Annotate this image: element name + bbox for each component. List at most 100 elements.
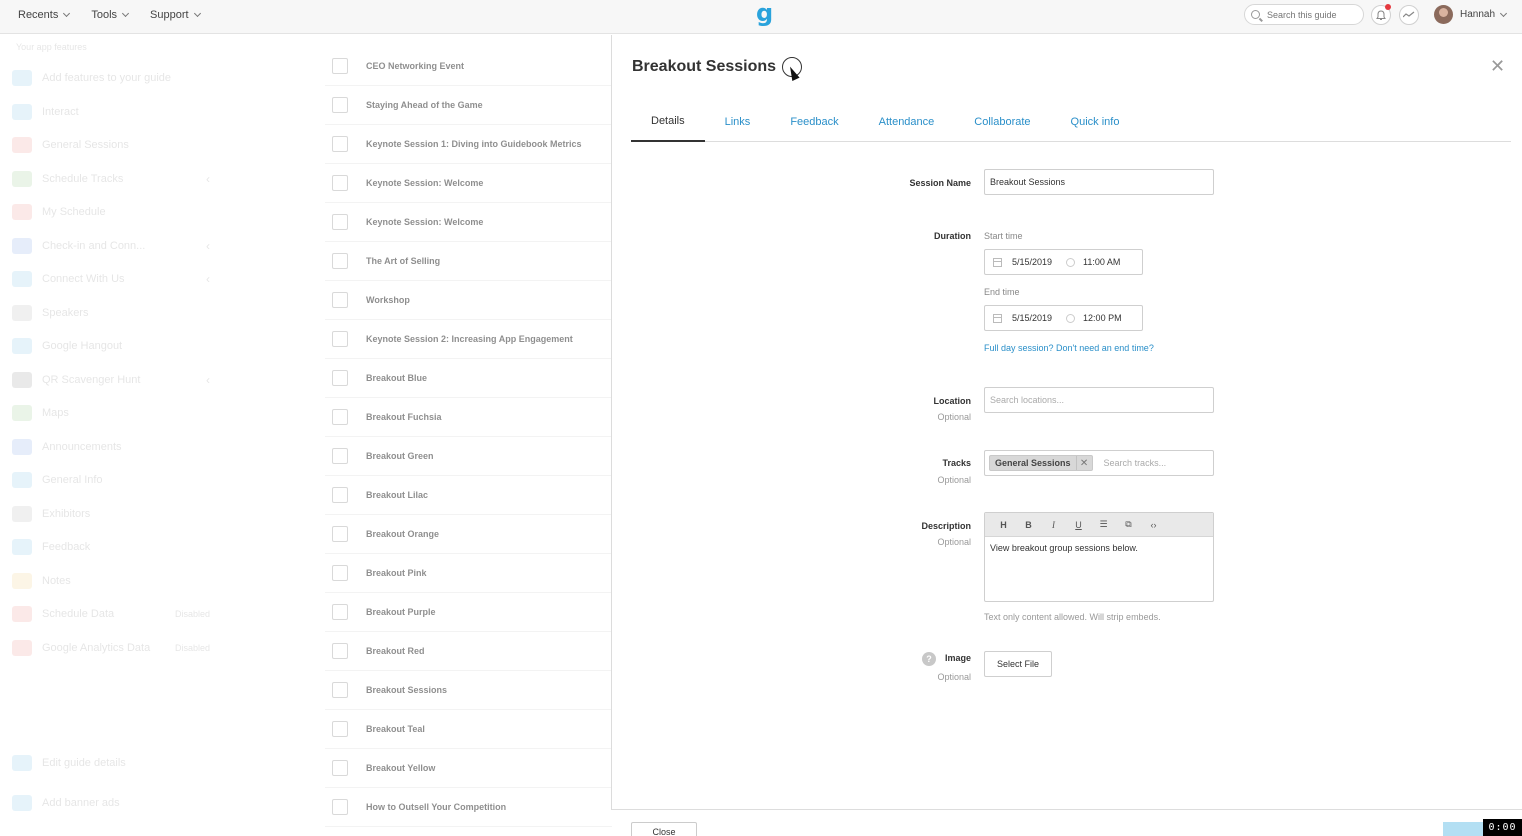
tab-details[interactable]: Details xyxy=(631,101,705,142)
underline-icon[interactable]: U xyxy=(1066,520,1091,530)
close-button[interactable]: Close xyxy=(631,822,697,836)
session-checkbox[interactable] xyxy=(332,721,348,737)
end-datetime-field[interactable]: 5/15/2019 12:00 PM xyxy=(984,305,1143,331)
session-row[interactable]: Breakout Teal xyxy=(325,710,612,749)
session-checkbox[interactable] xyxy=(332,175,348,191)
session-checkbox[interactable] xyxy=(332,58,348,74)
session-row[interactable]: Breakout Red xyxy=(325,632,612,671)
sidebar-item[interactable]: Check-in and Conn... ‹ xyxy=(12,236,222,256)
tools-menu[interactable]: Tools xyxy=(91,9,130,21)
full-day-session-link[interactable]: Full day session? Don't need an end time… xyxy=(984,343,1154,353)
save-button[interactable] xyxy=(1443,822,1483,836)
avatar[interactable] xyxy=(1434,5,1453,24)
session-row[interactable]: Breakout Blue xyxy=(325,359,612,398)
session-checkbox[interactable] xyxy=(332,409,348,425)
sidebar-item[interactable]: Add features to your guide xyxy=(12,68,222,88)
session-checkbox[interactable] xyxy=(332,643,348,659)
session-row[interactable]: How to Outsell Your Competition xyxy=(325,788,612,827)
sidebar-item[interactable]: Schedule Data Disabled xyxy=(12,604,222,624)
support-menu[interactable]: Support xyxy=(150,9,201,21)
session-checkbox[interactable] xyxy=(332,682,348,698)
tab-links[interactable]: Links xyxy=(705,101,771,142)
session-row[interactable]: Keynote Session 2: Increasing App Engage… xyxy=(325,320,612,359)
tracks-field[interactable]: General Sessions ✕ Search tracks... xyxy=(984,450,1214,476)
sidebar-item-edit-guide[interactable]: Edit guide details xyxy=(12,753,222,773)
session-row[interactable]: Breakout Purple xyxy=(325,593,612,632)
session-checkbox[interactable] xyxy=(332,136,348,152)
session-checkbox[interactable] xyxy=(332,214,348,230)
tab-quick-info[interactable]: Quick info xyxy=(1051,101,1140,142)
description-editor[interactable]: H B I U ☰ ⧉ ‹› View breakout group sessi… xyxy=(984,512,1214,602)
bold-icon[interactable]: B xyxy=(1016,520,1041,530)
code-icon[interactable]: ‹› xyxy=(1141,520,1166,530)
notifications-button[interactable] xyxy=(1371,4,1391,25)
session-checkbox[interactable] xyxy=(332,526,348,542)
remove-tag-icon[interactable]: ✕ xyxy=(1075,456,1092,470)
session-checkbox[interactable] xyxy=(332,253,348,269)
search-box[interactable] xyxy=(1244,4,1364,25)
heading-icon[interactable]: H xyxy=(991,520,1016,530)
session-checkbox[interactable] xyxy=(332,799,348,815)
search-input[interactable] xyxy=(1267,9,1363,20)
guidebook-logo[interactable]: g xyxy=(756,0,773,26)
session-row[interactable]: Keynote Session: Welcome xyxy=(325,164,612,203)
tab-feedback[interactable]: Feedback xyxy=(770,101,858,142)
start-date[interactable]: 5/15/2019 xyxy=(1012,257,1052,267)
sidebar-item[interactable]: Maps xyxy=(12,403,222,423)
sidebar-item[interactable]: Notes xyxy=(12,571,222,591)
session-row[interactable]: Breakout Pink xyxy=(325,554,612,593)
sidebar-item[interactable]: QR Scavenger Hunt ‹ xyxy=(12,370,222,390)
chevron-left-icon[interactable]: ‹ xyxy=(206,373,210,387)
tab-collaborate[interactable]: Collaborate xyxy=(954,101,1050,142)
chevron-left-icon[interactable]: ‹ xyxy=(206,239,210,253)
sidebar-item[interactable]: Feedback xyxy=(12,537,222,557)
sidebar-item[interactable]: Interact xyxy=(12,102,222,122)
session-row[interactable]: Breakout Yellow xyxy=(325,749,612,788)
end-date[interactable]: 5/15/2019 xyxy=(1012,313,1052,323)
session-checkbox[interactable] xyxy=(332,487,348,503)
sidebar-item[interactable]: Connect With Us ‹ xyxy=(12,269,222,289)
session-checkbox[interactable] xyxy=(332,448,348,464)
sidebar-item[interactable]: Announcements xyxy=(12,437,222,457)
chevron-left-icon[interactable]: ‹ xyxy=(206,172,210,186)
user-menu[interactable]: Hannah xyxy=(1460,9,1508,20)
session-row[interactable]: The Art of Selling xyxy=(325,242,612,281)
session-name-field[interactable]: Breakout Sessions xyxy=(984,169,1214,195)
start-time[interactable]: 11:00 AM xyxy=(1083,257,1120,267)
end-time[interactable]: 12:00 PM xyxy=(1083,313,1122,323)
session-row[interactable]: Breakout Lilac xyxy=(325,476,612,515)
sidebar-item[interactable]: Exhibitors xyxy=(12,504,222,524)
tab-attendance[interactable]: Attendance xyxy=(859,101,955,142)
session-row[interactable]: Breakout Sessions xyxy=(325,671,612,710)
link-icon[interactable]: ⧉ xyxy=(1116,519,1141,530)
tracks-search-input[interactable]: Search tracks... xyxy=(1104,458,1167,468)
activity-button[interactable] xyxy=(1399,5,1419,25)
session-row[interactable]: Breakout Fuchsia xyxy=(325,398,612,437)
list-icon[interactable]: ☰ xyxy=(1091,519,1116,530)
sidebar-item[interactable]: Google Hangout xyxy=(12,336,222,356)
select-file-button[interactable]: Select File xyxy=(984,651,1052,677)
session-row[interactable]: Workshop xyxy=(325,281,612,320)
session-row[interactable]: Keynote Session: Welcome xyxy=(325,203,612,242)
session-checkbox[interactable] xyxy=(332,604,348,620)
session-checkbox[interactable] xyxy=(332,370,348,386)
sidebar-item[interactable]: Google Analytics Data Disabled xyxy=(12,638,222,658)
session-row[interactable]: CEO Networking Event xyxy=(325,47,612,86)
description-text[interactable]: View breakout group sessions below. xyxy=(985,537,1213,559)
session-checkbox[interactable] xyxy=(332,292,348,308)
close-icon[interactable]: ✕ xyxy=(1490,57,1505,75)
session-checkbox[interactable] xyxy=(332,565,348,581)
sidebar-item[interactable]: Schedule Tracks ‹ xyxy=(12,169,222,189)
session-row[interactable]: Breakout Green xyxy=(325,437,612,476)
chevron-left-icon[interactable]: ‹ xyxy=(206,272,210,286)
session-checkbox[interactable] xyxy=(332,331,348,347)
session-checkbox[interactable] xyxy=(332,97,348,113)
sidebar-item[interactable]: General Info xyxy=(12,470,222,490)
session-row[interactable]: Staying Ahead of the Game xyxy=(325,86,612,125)
sidebar-item[interactable]: Speakers xyxy=(12,303,222,323)
start-datetime-field[interactable]: 5/15/2019 11:00 AM xyxy=(984,249,1143,275)
session-checkbox[interactable] xyxy=(332,760,348,776)
recents-menu[interactable]: Recents xyxy=(18,9,71,21)
location-search-input[interactable]: Search locations... xyxy=(984,387,1214,413)
session-row[interactable]: Keynote Session 1: Diving into Guidebook… xyxy=(325,125,612,164)
